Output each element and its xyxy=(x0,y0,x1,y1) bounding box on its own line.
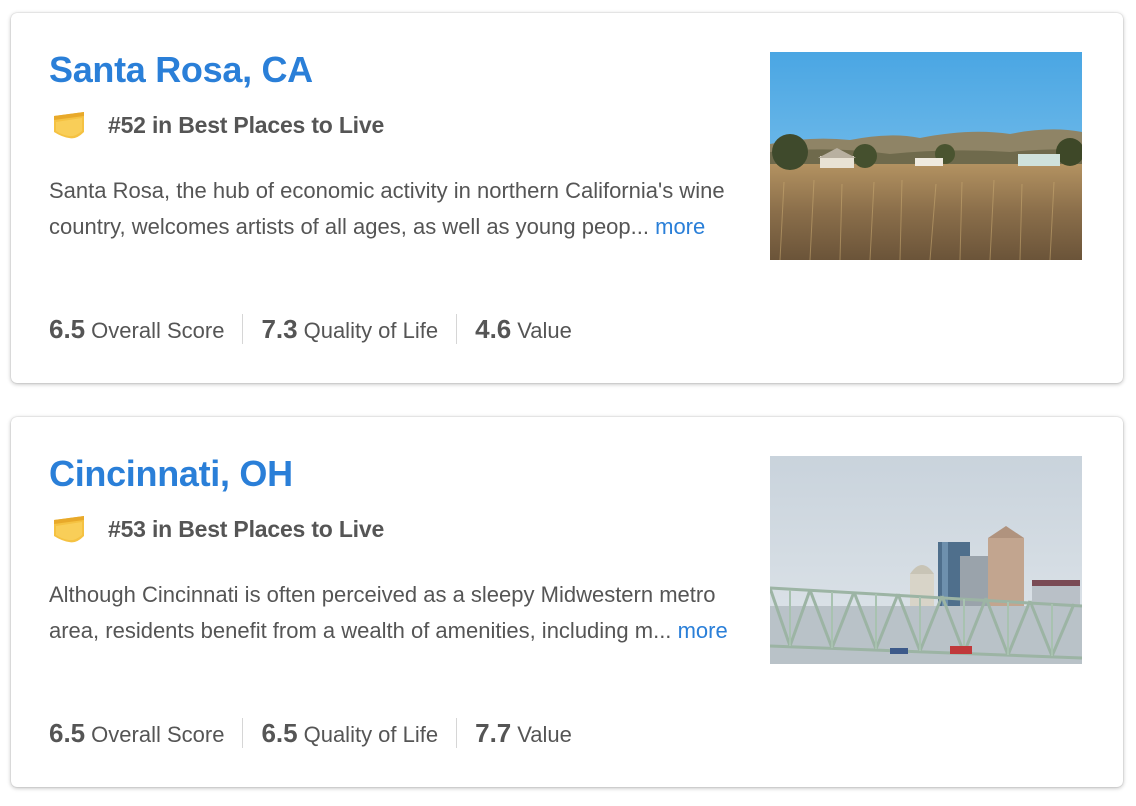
listing-description: Santa Rosa, the hub of economic activity… xyxy=(49,173,729,245)
listing-photo[interactable] xyxy=(770,52,1082,260)
more-link[interactable]: more xyxy=(678,618,728,643)
score-value: 7.7 xyxy=(475,717,512,748)
scores-row: 6.5 Overall Score 7.3 Quality of Life 4.… xyxy=(49,309,572,349)
score-label: Quality of Life xyxy=(303,721,439,747)
score-divider xyxy=(456,718,458,748)
more-link[interactable]: more xyxy=(655,214,705,239)
score-divider xyxy=(242,314,244,344)
description-text: Although Cincinnati is often perceived a… xyxy=(49,582,716,643)
score-value: 7.3 xyxy=(261,313,298,344)
score-value: 6.5 xyxy=(261,717,298,748)
score-label: Value xyxy=(517,317,572,343)
rank-text: #52 in Best Places to Live xyxy=(108,111,385,138)
rank-row: #53 in Best Places to Live xyxy=(52,513,384,545)
overall-score: 6.5 Overall Score xyxy=(49,314,224,345)
description-text: Santa Rosa, the hub of economic activity… xyxy=(49,178,725,239)
listing-card: Santa Rosa, CA #52 in Best Places to Liv… xyxy=(11,13,1123,383)
score-label: Overall Score xyxy=(91,721,225,747)
listing-title-link[interactable]: Cincinnati, OH xyxy=(49,453,293,495)
scores-row: 6.5 Overall Score 6.5 Quality of Life 7.… xyxy=(49,713,572,753)
score-value: 6.5 xyxy=(49,313,86,344)
score-value: 4.6 xyxy=(475,313,512,344)
quality-of-life-score: 7.3 Quality of Life xyxy=(261,314,438,345)
listing-photo[interactable] xyxy=(770,456,1082,664)
score-label: Overall Score xyxy=(91,317,225,343)
score-value: 6.5 xyxy=(49,717,86,748)
listing-title-link[interactable]: Santa Rosa, CA xyxy=(49,49,313,91)
rank-text: #53 in Best Places to Live xyxy=(108,515,385,542)
quality-of-life-score: 6.5 Quality of Life xyxy=(261,718,438,749)
score-divider xyxy=(242,718,244,748)
ribbon-badge-icon xyxy=(52,514,86,544)
score-label: Value xyxy=(517,721,572,747)
rank-row: #52 in Best Places to Live xyxy=(52,109,384,141)
listing-description: Although Cincinnati is often perceived a… xyxy=(49,577,729,649)
overall-score: 6.5 Overall Score xyxy=(49,718,224,749)
score-divider xyxy=(456,314,458,344)
listing-card: Cincinnati, OH #53 in Best Places to Liv… xyxy=(11,417,1123,787)
score-label: Quality of Life xyxy=(303,317,439,343)
ribbon-badge-icon xyxy=(52,110,86,140)
places-list: Santa Rosa, CA #52 in Best Places to Liv… xyxy=(0,0,1136,806)
value-score: 4.6 Value xyxy=(475,314,572,345)
value-score: 7.7 Value xyxy=(475,718,572,749)
